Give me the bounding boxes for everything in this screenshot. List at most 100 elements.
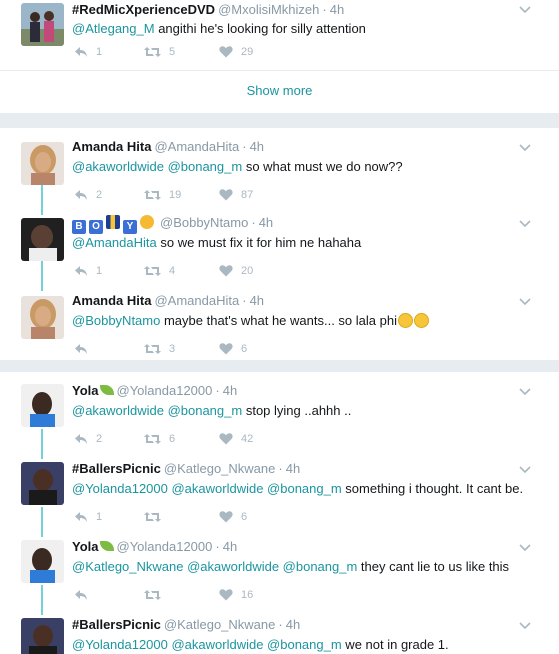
like-count: 16	[241, 589, 254, 601]
chevron-down-icon[interactable]	[519, 144, 531, 152]
like-button[interactable]: 87	[219, 188, 253, 202]
timestamp[interactable]: 4h	[223, 383, 237, 398]
avatar[interactable]	[21, 462, 64, 505]
chevron-down-icon[interactable]	[519, 6, 531, 14]
reply-button[interactable]: 1	[74, 45, 102, 59]
reply-button[interactable]: 2	[74, 432, 102, 446]
tweet[interactable]: #RedMicXperienceDVD @MxolisiMkhizeh · 4h @A…	[0, 0, 559, 68]
reply-button[interactable]: 2	[74, 188, 102, 202]
timestamp[interactable]: 4h	[223, 539, 237, 554]
chevron-down-icon[interactable]	[519, 622, 531, 630]
mention-link[interactable]: @BobbyNtamo	[72, 313, 160, 328]
tweet[interactable]: Yola @Yolanda12000 · 4h @Katlego_Nkwane @ak…	[0, 538, 559, 608]
reply-icon	[75, 434, 87, 444]
tweet-actions: 1 5 29	[74, 45, 314, 59]
like-button[interactable]: 16	[219, 588, 253, 602]
reply-button[interactable]	[74, 588, 96, 602]
retweet-button[interactable]: 19	[144, 188, 181, 202]
chevron-down-icon[interactable]	[519, 544, 531, 552]
reply-icon	[75, 190, 87, 200]
like-button[interactable]: 29	[219, 45, 253, 59]
retweet-button[interactable]: 4	[144, 264, 175, 278]
reply-button[interactable]: 1	[74, 264, 102, 278]
mention-link[interactable]: @AmandaHita	[72, 235, 157, 250]
retweet-button[interactable]	[144, 510, 169, 524]
timestamp[interactable]: 4h	[250, 293, 264, 308]
like-count: 6	[241, 343, 248, 355]
timestamp[interactable]: 4h	[286, 461, 300, 476]
like-button[interactable]: 6	[219, 342, 247, 356]
avatar[interactable]	[21, 540, 64, 583]
tweet[interactable]: Amanda Hita @AmandaHita · 4h @akaworldwide …	[0, 138, 559, 208]
tweet[interactable]: #BallersPicnic @Katlego_Nkwane · 4h @Yoland…	[0, 460, 559, 530]
username[interactable]: @AmandaHita	[154, 139, 239, 154]
display-name[interactable]: #BallersPicnic	[72, 617, 161, 632]
tweet-header: #BallersPicnic @Katlego_Nkwane · 4h	[72, 617, 301, 632]
chevron-down-icon[interactable]	[519, 298, 531, 306]
retweet-icon	[144, 590, 161, 600]
like-count: 20	[241, 265, 254, 277]
retweet-button[interactable]: 6	[144, 432, 175, 446]
reply-button[interactable]: 1	[74, 510, 102, 524]
reply-button[interactable]	[74, 342, 96, 356]
display-name[interactable]: #BallersPicnic	[72, 461, 161, 476]
mention-link[interactable]: @akaworldwide @bonang_m	[72, 403, 242, 418]
show-more-link[interactable]: Show more	[0, 70, 559, 110]
reply-icon	[75, 512, 87, 522]
chevron-down-icon[interactable]	[519, 220, 531, 228]
retweet-button[interactable]	[144, 588, 169, 602]
avatar[interactable]	[21, 218, 64, 261]
display-name[interactable]: Yola	[72, 539, 114, 554]
tweet-actions: 1 6	[74, 510, 314, 524]
heart-icon	[219, 511, 233, 523]
display-name[interactable]: Amanda Hita	[72, 139, 151, 154]
timestamp[interactable]: 4h	[259, 215, 273, 230]
retweet-count: 3	[169, 343, 176, 355]
display-name[interactable]: Amanda Hita	[72, 293, 151, 308]
retweet-button[interactable]: 3	[144, 342, 175, 356]
username[interactable]: @AmandaHita	[154, 293, 239, 308]
username[interactable]: @BobbyNtamo	[160, 215, 248, 230]
timestamp[interactable]: 4h	[250, 139, 264, 154]
mention-link[interactable]: @Yolanda12000 @akaworldwide @bonang_m	[72, 481, 342, 496]
reply-icon	[75, 344, 87, 354]
chevron-down-icon[interactable]	[519, 388, 531, 396]
reply-count: 1	[96, 265, 103, 277]
like-button[interactable]: 6	[219, 510, 247, 524]
mention-link[interactable]: @Katlego_Nkwane @akaworldwide @bonang_m	[72, 559, 357, 574]
username[interactable]: @MxolisiMkhizeh	[218, 2, 319, 17]
rolling-eyes-emoji-icon	[413, 313, 429, 328]
username[interactable]: @Katlego_Nkwane	[164, 617, 275, 632]
retweet-button[interactable]: 5	[144, 45, 175, 59]
rolling-eyes-emoji-icon	[397, 313, 413, 328]
timestamp[interactable]: 4h	[330, 2, 344, 17]
tweet-header: Amanda Hita @AmandaHita · 4h	[72, 293, 265, 308]
tweet[interactable]: Yola @Yolanda12000 · 4h @akaworldwide @bona…	[0, 382, 559, 452]
username[interactable]: @Yolanda12000	[117, 383, 213, 398]
mention-link[interactable]: @Atlegang_M	[72, 21, 155, 36]
mention-link[interactable]: @Yolanda12000 @akaworldwide @bonang_m	[72, 637, 342, 652]
display-name[interactable]: Yola	[72, 383, 114, 398]
avatar[interactable]	[21, 384, 64, 427]
tweet-text: @Yolanda12000 @akaworldwide @bonang_m we…	[72, 637, 449, 652]
avatar[interactable]	[21, 142, 64, 185]
heart-icon	[219, 343, 233, 355]
display-name[interactable]: BO Y	[72, 215, 157, 234]
tweet-text: @BobbyNtamo maybe that's what he wants..…	[72, 312, 429, 330]
tweet[interactable]: Amanda Hita @AmandaHita · 4h @BobbyNtamo ma…	[0, 292, 559, 358]
leaf-emoji-icon	[99, 385, 114, 395]
username[interactable]: @Katlego_Nkwane	[164, 461, 275, 476]
display-name[interactable]: #RedMicXperienceDVD	[72, 2, 215, 17]
avatar[interactable]	[21, 3, 64, 46]
chevron-down-icon[interactable]	[519, 466, 531, 474]
avatar[interactable]	[21, 296, 64, 339]
tweet[interactable]: B O Y @BobbyNtamo · 4h @AmandaHita so we must…	[0, 214, 559, 284]
username[interactable]: @Yolanda12000	[117, 539, 213, 554]
like-button[interactable]: 20	[219, 264, 253, 278]
tweet[interactable]: #BallersPicnic @Katlego_Nkwane · 4h @Yoland…	[0, 616, 559, 654]
timestamp[interactable]: 4h	[286, 617, 300, 632]
avatar[interactable]	[21, 618, 64, 654]
like-count: 29	[241, 46, 254, 58]
like-button[interactable]: 42	[219, 432, 253, 446]
mention-link[interactable]: @akaworldwide @bonang_m	[72, 159, 242, 174]
